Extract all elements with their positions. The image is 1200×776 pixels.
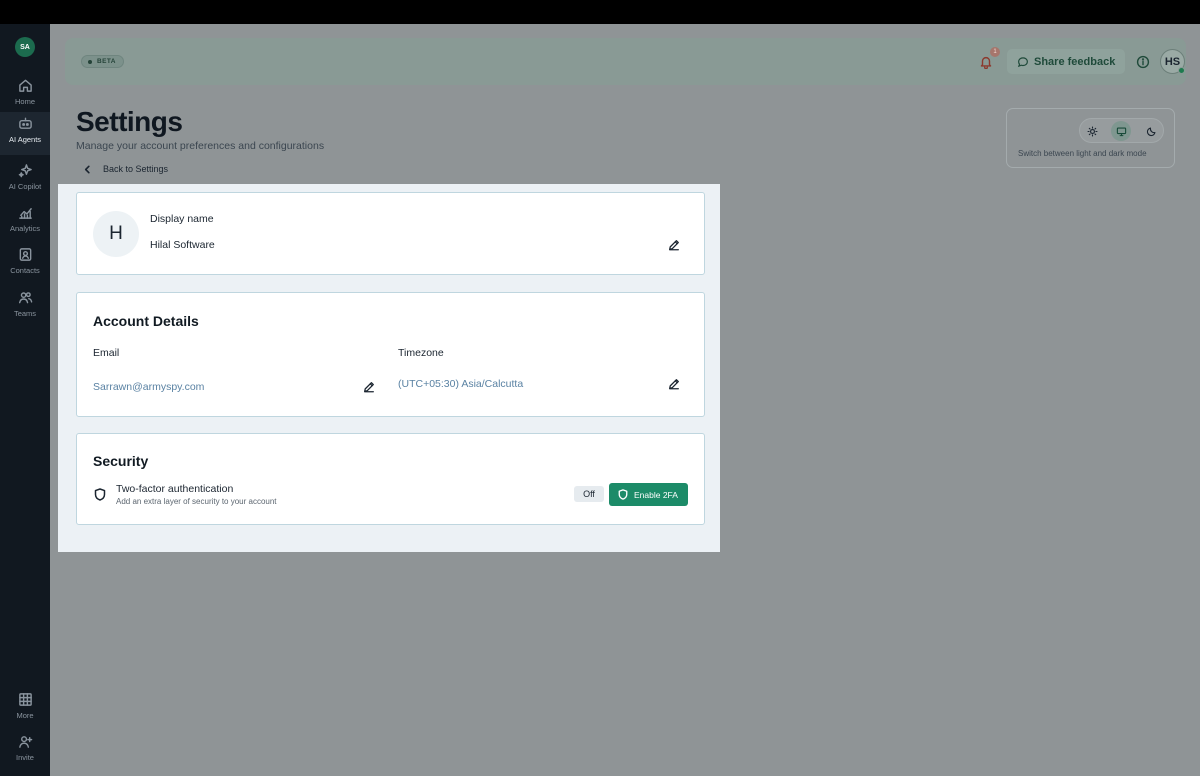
sparkles-icon	[18, 164, 32, 178]
sun-icon	[1086, 125, 1098, 137]
sidebar-item-label: AI Agents	[8, 135, 42, 144]
pencil-icon	[364, 382, 374, 393]
edit-display-name-button[interactable]	[668, 238, 682, 252]
account-details-card: Account Details Email Sarrawn@armyspy.co…	[76, 292, 705, 417]
chevron-left-icon	[84, 165, 90, 173]
light-mode-button[interactable]	[1082, 121, 1102, 141]
sidebar-item-label: Analytics	[9, 224, 40, 233]
sidebar: SA Home AI Agents AI Copilot Analytics C…	[0, 24, 50, 776]
edit-email-button[interactable]	[363, 380, 377, 394]
two-factor-status-badge: Off	[574, 486, 604, 502]
sidebar-item-more[interactable]: More	[0, 688, 50, 728]
sidebar-item-invite[interactable]: Invite	[0, 730, 50, 770]
sidebar-item-label: More	[16, 711, 34, 720]
sidebar-item-label: AI Copilot	[8, 182, 42, 191]
display-name-label: Display name	[150, 213, 214, 225]
workspace-avatar[interactable]: SA	[15, 37, 35, 57]
theme-toggle	[1079, 118, 1164, 143]
enable-2fa-button[interactable]: Enable 2FA	[609, 483, 688, 506]
notification-count-badge: 1	[990, 47, 1000, 57]
profile-avatar: H	[93, 211, 139, 257]
security-card: Security Two-factor authentication Add a…	[76, 433, 705, 525]
pencil-icon	[669, 240, 679, 251]
main-content: BETA 1 Share feedback HS Settings Manage…	[50, 24, 1200, 776]
sidebar-item-ai-agents[interactable]: AI Agents	[0, 112, 50, 155]
system-mode-button[interactable]	[1111, 121, 1131, 141]
pencil-icon	[669, 379, 679, 390]
bell-icon	[980, 56, 992, 69]
display-name-value: Hilal Software	[150, 239, 215, 251]
sidebar-item-contacts[interactable]: Contacts	[0, 243, 50, 283]
app-header: BETA 1 Share feedback HS	[65, 38, 1186, 85]
sidebar-item-label: Contacts	[10, 266, 40, 275]
two-factor-description: Add an extra layer of security to your a…	[116, 497, 277, 506]
sidebar-item-label: Invite	[16, 753, 34, 762]
account-details-title: Account Details	[93, 313, 199, 329]
sidebar-item-teams[interactable]: Teams	[0, 286, 50, 326]
robot-icon	[18, 117, 32, 129]
share-feedback-button[interactable]: Share feedback	[1007, 49, 1125, 74]
email-value: Sarrawn@armyspy.com	[93, 381, 205, 393]
security-title: Security	[93, 453, 149, 469]
back-to-settings-link[interactable]: Back to Settings	[83, 162, 168, 176]
sidebar-item-label: Home	[14, 97, 35, 106]
timezone-value: (UTC+05:30) Asia/Calcutta	[398, 378, 524, 390]
users-icon	[18, 292, 32, 304]
top-bar	[0, 0, 1200, 24]
enable-2fa-label: Enable 2FA	[634, 489, 678, 500]
two-factor-title: Two-factor authentication	[116, 483, 234, 495]
monitor-icon	[1116, 127, 1126, 136]
page-title: Settings	[76, 106, 183, 137]
user-plus-icon	[18, 736, 32, 748]
theme-switcher-card: Switch between light and dark mode	[1006, 108, 1175, 168]
share-feedback-label: Share feedback	[1034, 55, 1116, 68]
contact-card-icon	[19, 248, 31, 261]
home-icon	[18, 79, 32, 92]
sidebar-item-label: Teams	[13, 309, 37, 318]
sidebar-item-analytics[interactable]: Analytics	[0, 201, 50, 241]
chart-icon	[18, 208, 32, 219]
shield-icon	[618, 489, 628, 500]
info-button[interactable]	[1136, 55, 1150, 69]
page-subtitle: Manage your account preferences and conf…	[76, 140, 325, 152]
moon-icon	[1146, 127, 1155, 136]
shield-icon	[94, 488, 107, 502]
sidebar-item-ai-copilot[interactable]: AI Copilot	[0, 159, 50, 199]
settings-modal: H Display name Hilal Software Account De…	[58, 184, 720, 552]
online-status-dot	[1178, 67, 1185, 74]
chat-bubble-icon	[1017, 56, 1028, 67]
dark-mode-button[interactable]	[1141, 121, 1161, 141]
theme-caption: Switch between light and dark mode	[1018, 149, 1147, 158]
grid-icon	[18, 693, 32, 706]
sidebar-item-home[interactable]: Home	[0, 74, 50, 114]
edit-timezone-button[interactable]	[668, 377, 682, 391]
email-label: Email	[93, 347, 120, 359]
info-icon	[1136, 55, 1150, 69]
back-link-label: Back to Settings	[103, 164, 169, 174]
profile-card: H Display name Hilal Software	[76, 192, 705, 275]
beta-badge: BETA	[81, 55, 124, 68]
timezone-label: Timezone	[398, 347, 444, 359]
